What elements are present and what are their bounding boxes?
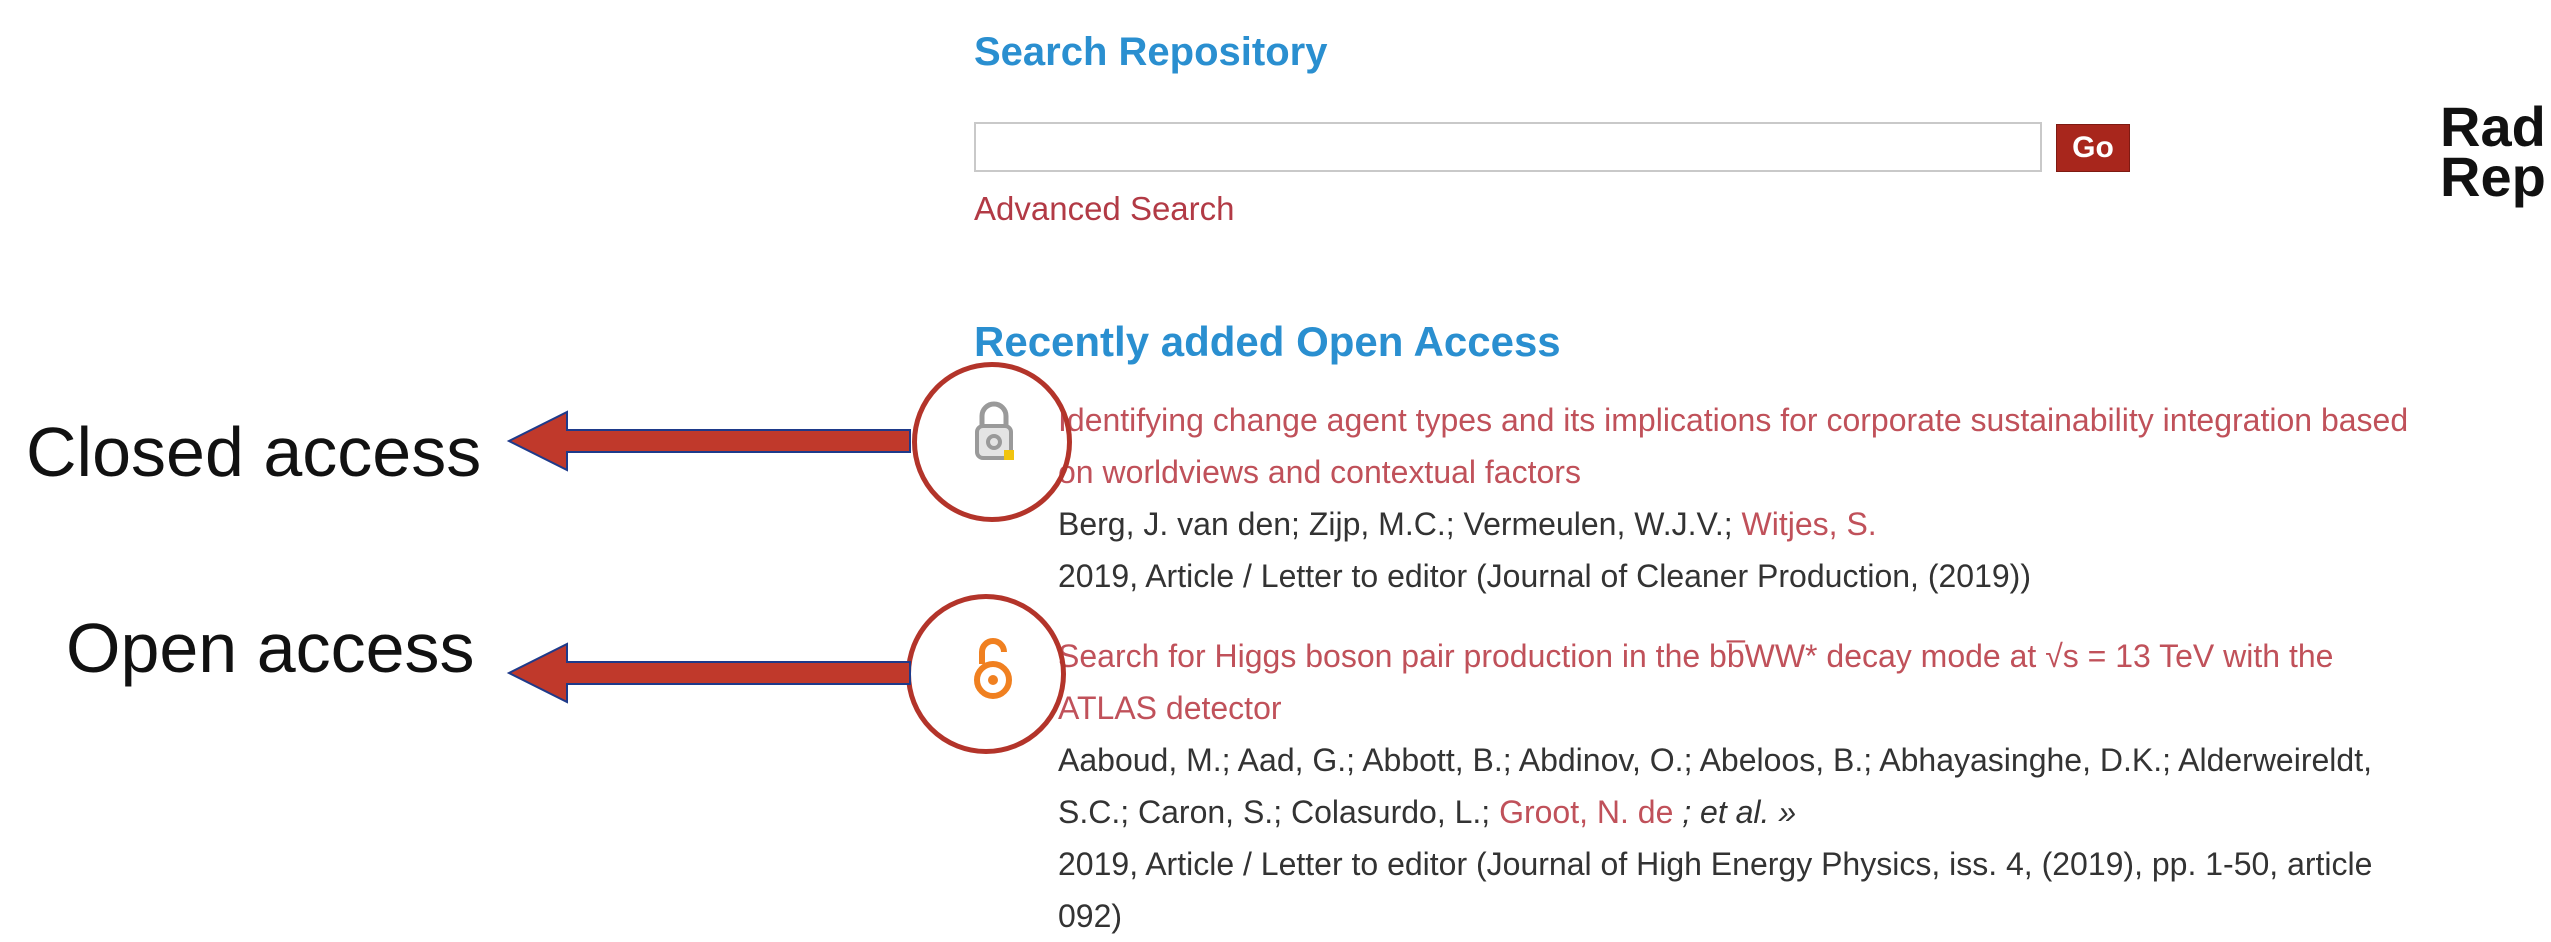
et-al-link[interactable]: ; et al. » [1673, 794, 1796, 830]
search-repository-heading: Search Repository [974, 30, 1328, 74]
result-authors-line1: Aaboud, M.; Aad, G.; Abbott, B.; Abdinov… [1058, 742, 2372, 778]
open-access-highlight-circle [906, 594, 1066, 754]
result-title-line1[interactable]: Search for Higgs boson pair production i… [1058, 630, 2333, 682]
result-publication-line2: 092) [1058, 898, 1123, 934]
closed-access-highlight-circle [912, 362, 1072, 522]
logo-line2: Rep [2440, 145, 2546, 208]
author-link[interactable]: Groot, N. de [1499, 794, 1673, 830]
result-publication-line1: 2019, Article / Letter to editor (Journa… [1058, 846, 2373, 882]
closed-access-arrow [506, 410, 911, 472]
result-authors: Berg, J. van den; Zijp, M.C.; Vermeulen,… [1058, 498, 1877, 550]
result-title-line2[interactable]: ATLAS detector [1058, 682, 1282, 734]
authors-text: S.C.; Caron, S.; Colasurdo, L.; [1058, 794, 1500, 830]
result-publication: 2019, Article / Letter to editor (Journa… [1058, 558, 2031, 594]
result-title-line2[interactable]: on worldviews and contextual factors [1058, 446, 1581, 498]
go-button[interactable]: Go [2056, 124, 2130, 172]
result-title-line1[interactable]: Identifying change agent types and its i… [1058, 394, 2408, 446]
closed-access-label: Closed access [26, 413, 482, 491]
advanced-search-link[interactable]: Advanced Search [974, 190, 1235, 228]
authors-text: Berg, J. van den; Zijp, M.C.; Vermeulen,… [1058, 506, 1742, 542]
open-access-arrow [506, 642, 911, 704]
author-link[interactable]: Witjes, S. [1742, 506, 1877, 542]
open-access-label: Open access [66, 609, 475, 687]
result-authors-line2: S.C.; Caron, S.; Colasurdo, L.; Groot, N… [1058, 786, 1796, 838]
recently-added-heading: Recently added Open Access [974, 318, 1561, 365]
search-input[interactable] [974, 122, 2042, 172]
